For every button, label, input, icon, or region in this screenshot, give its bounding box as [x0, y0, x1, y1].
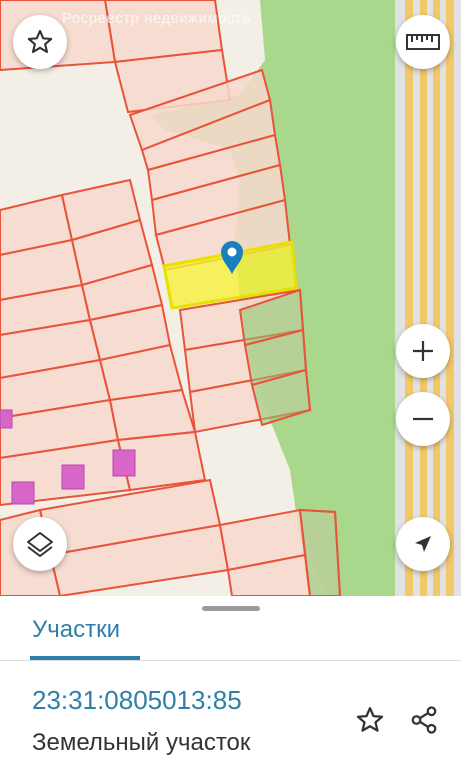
plus-icon — [413, 341, 433, 361]
sheet-drag-handle[interactable] — [202, 606, 260, 611]
parcel-type: Земельный участок — [32, 729, 251, 756]
minus-icon — [413, 417, 433, 421]
layers-icon — [27, 532, 53, 557]
divider — [0, 660, 461, 661]
map-view[interactable]: Росреестр недвижимость — [0, 0, 461, 596]
share-icon — [411, 706, 437, 734]
zoom-in-button[interactable] — [396, 324, 450, 378]
map-watermark: Росреестр недвижимость — [62, 10, 251, 27]
zoom-out-button[interactable] — [396, 392, 450, 446]
star-icon — [356, 707, 384, 732]
locate-button[interactable] — [396, 517, 450, 571]
star-icon — [27, 29, 53, 53]
bottom-sheet: Участки 23:31:0805013:85 Земельный участ… — [0, 596, 461, 768]
ruler-icon — [406, 34, 440, 50]
tab-parcels[interactable]: Участки — [32, 616, 120, 644]
ruler-button[interactable] — [396, 15, 450, 69]
navigation-arrow-icon — [415, 536, 431, 552]
share-button[interactable] — [404, 700, 444, 740]
favorite-parcel-button[interactable] — [350, 700, 390, 740]
favorite-button[interactable] — [13, 15, 67, 69]
cadastral-number[interactable]: 23:31:0805013:85 — [32, 685, 242, 716]
map-canvas[interactable] — [0, 0, 461, 596]
layers-button[interactable] — [13, 517, 67, 571]
